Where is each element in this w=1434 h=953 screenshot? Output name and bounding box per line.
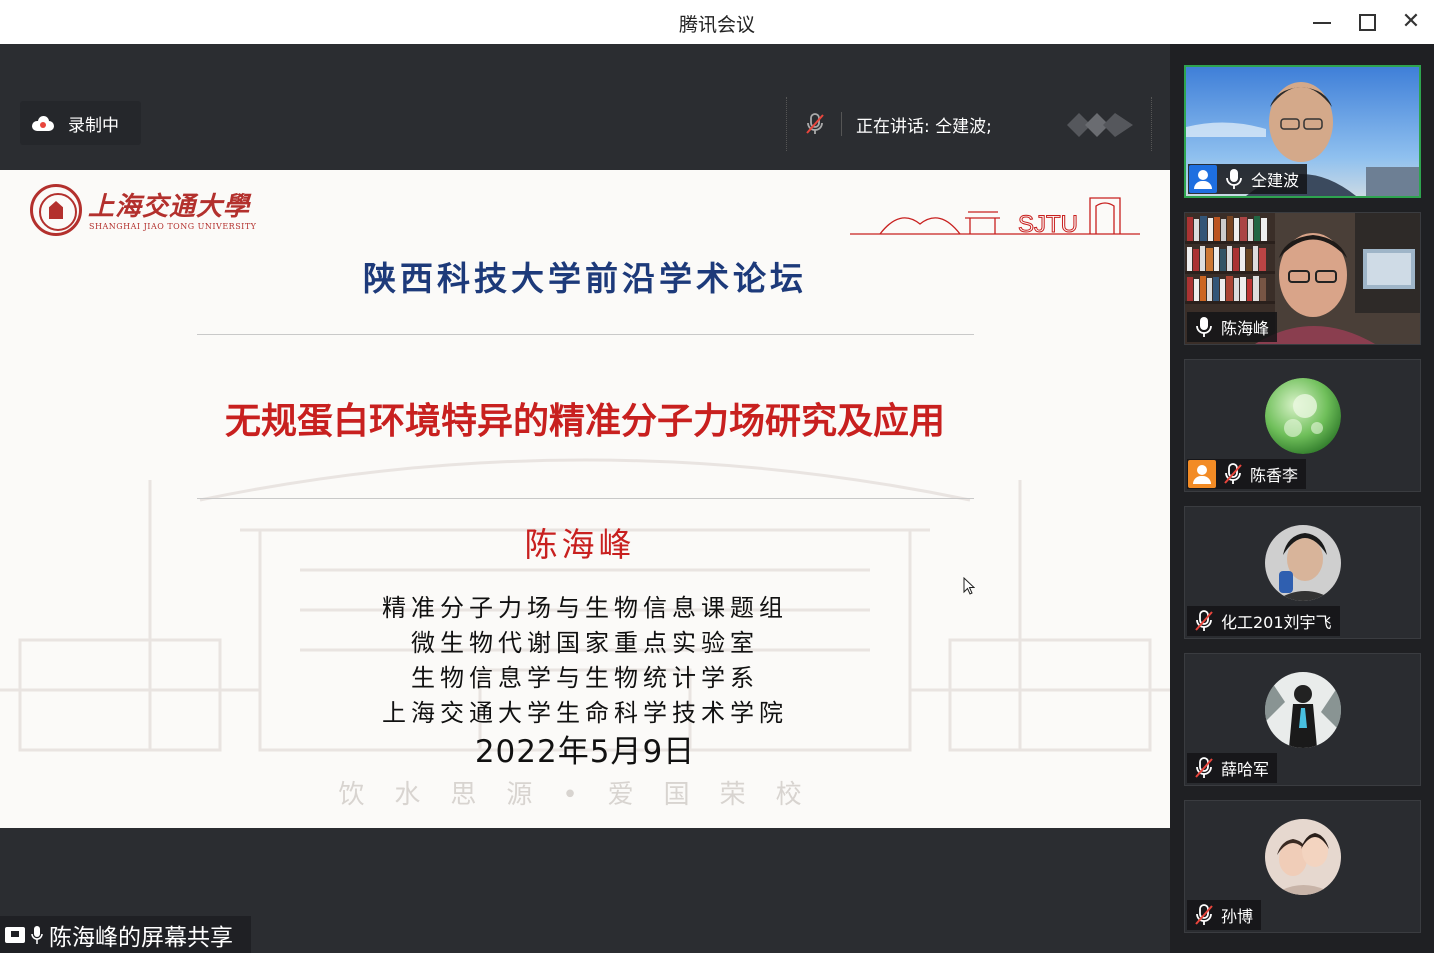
maximize-button[interactable] xyxy=(1352,8,1382,36)
talk-date: 2022年5月9日 xyxy=(474,734,696,770)
sjtu-mark-text: SJTU xyxy=(1018,211,1078,238)
university-name-en: SHANGHAI JIAO TONG UNIVERSITY xyxy=(89,222,257,231)
affiliation-line: 生物信息学与生物统计学系 xyxy=(411,664,759,692)
participant-tile[interactable]: 陈香李 xyxy=(1184,359,1421,492)
forum-title: 陕西科技大学前沿学术论坛 xyxy=(363,259,807,298)
participant-tile[interactable]: 薛哈军 xyxy=(1184,653,1421,786)
speaking-text: 正在讲话: 仝建波; xyxy=(856,116,992,137)
mic-muted-icon[interactable] xyxy=(1222,462,1244,486)
participant-name: 仝建波 xyxy=(1251,171,1300,190)
user-icon xyxy=(1188,460,1216,488)
mic-on-icon[interactable] xyxy=(1193,315,1215,339)
author-name: 陈海峰 xyxy=(524,525,636,564)
participant-nameplate: 仝建波 xyxy=(1188,164,1308,194)
divider-line xyxy=(197,498,974,499)
participant-avatar xyxy=(1265,819,1341,895)
participant-nameplate: 化工201刘宇飞 xyxy=(1187,606,1340,636)
affiliation-line: 精准分子力场与生物信息课题组 xyxy=(382,594,788,622)
mic-muted-icon[interactable] xyxy=(1193,756,1215,780)
participant-tile[interactable]: 仝建波 xyxy=(1184,65,1421,198)
recording-label: 录制中 xyxy=(68,115,119,136)
close-button[interactable]: ✕ xyxy=(1396,8,1426,36)
mic-muted-icon[interactable] xyxy=(803,112,827,136)
participant-nameplate: 陈香李 xyxy=(1187,459,1307,489)
sjtu-gate-logo: SJTU xyxy=(850,197,1140,238)
participant-name: 孙博 xyxy=(1221,907,1254,926)
participant-tile[interactable]: 化工201刘宇飞 xyxy=(1184,506,1421,639)
participant-name: 陈香李 xyxy=(1250,466,1299,485)
minimize-button[interactable] xyxy=(1307,8,1337,36)
divider xyxy=(841,112,842,136)
mic-icon xyxy=(31,925,43,944)
participant-name: 化工201刘宇飞 xyxy=(1221,613,1332,632)
mic-on-icon[interactable] xyxy=(1223,167,1245,191)
mouse-cursor-icon xyxy=(963,577,975,595)
participant-nameplate: 陈海峰 xyxy=(1187,312,1278,342)
mic-muted-icon[interactable] xyxy=(1193,609,1215,633)
divider-line xyxy=(197,334,974,335)
screen-share-icon xyxy=(5,926,25,943)
presentation-slide: 上海交通大學 SHANGHAI JIAO TONG UNIVERSITY SJT… xyxy=(0,170,1170,828)
host-user-icon xyxy=(1189,165,1217,193)
mic-muted-icon[interactable] xyxy=(1193,903,1215,927)
affiliation-line: 微生物代谢国家重点实验室 xyxy=(411,629,759,657)
tencent-meeting-logo-icon xyxy=(1067,113,1133,137)
screen-share-text: 陈海峰的屏幕共享 xyxy=(49,924,233,951)
recording-indicator[interactable]: 录制中 xyxy=(20,101,141,145)
participant-name: 陈海峰 xyxy=(1221,319,1270,338)
participant-name: 薛哈军 xyxy=(1221,760,1270,779)
cloud-record-icon xyxy=(32,116,54,131)
affiliation-line: 上海交通大学生命科学技术学院 xyxy=(382,699,788,727)
university-name-cn: 上海交通大學 xyxy=(88,192,251,222)
title-bar: 腾讯会议 ✕ xyxy=(0,0,1434,44)
participant-nameplate: 孙博 xyxy=(1187,900,1262,930)
participant-nameplate: 薛哈军 xyxy=(1187,753,1278,783)
participant-avatar xyxy=(1265,378,1341,454)
window-title: 腾讯会议 xyxy=(678,14,755,36)
participant-tile[interactable]: 孙博 xyxy=(1184,800,1421,933)
talk-title: 无规蛋白环境特异的精准分子力场研究及应用 xyxy=(224,401,945,442)
screen-share-label: 陈海峰的屏幕共享 xyxy=(0,916,251,953)
participant-tile[interactable]: 陈海峰 xyxy=(1184,212,1421,345)
sjtu-emblem-icon xyxy=(30,184,82,236)
participant-avatar xyxy=(1265,672,1341,748)
speaking-indicator: 正在讲话: 仝建波; xyxy=(786,97,1152,151)
participant-avatar xyxy=(1265,525,1341,601)
university-motto: 饮水思源•爱国荣校 xyxy=(338,780,832,810)
